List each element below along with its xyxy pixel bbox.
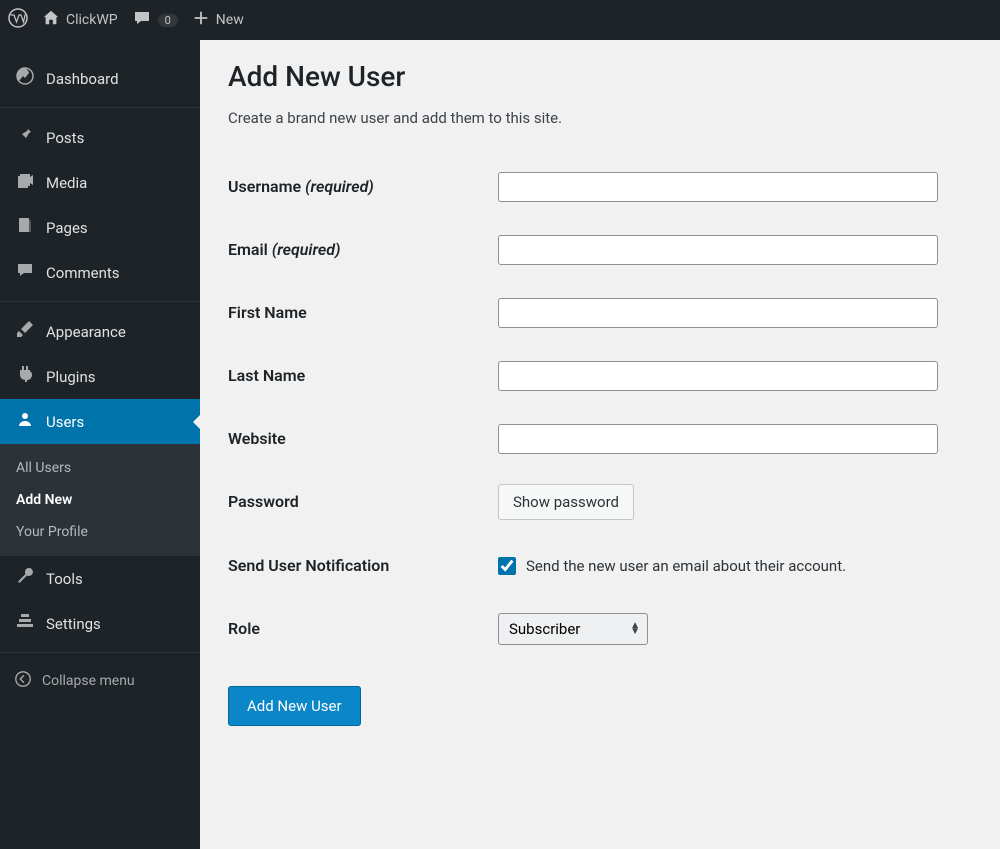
submenu-all-users[interactable]: All Users <box>0 452 200 484</box>
menu-separator <box>0 107 200 113</box>
plugin-icon <box>14 364 36 389</box>
sidebar-item-appearance[interactable]: Appearance <box>0 309 200 354</box>
sidebar-item-pages[interactable]: Pages <box>0 205 200 250</box>
sidebar-item-plugins[interactable]: Plugins <box>0 354 200 399</box>
username-input[interactable] <box>498 172 938 202</box>
first-name-label: First Name <box>228 281 498 344</box>
pin-icon <box>14 125 36 150</box>
sidebar-label: Plugins <box>46 368 95 386</box>
pages-icon <box>14 215 36 240</box>
sidebar-item-posts[interactable]: Posts <box>0 115 200 160</box>
settings-icon <box>14 611 36 636</box>
username-label: Username (required) <box>228 155 498 218</box>
submenu-your-profile[interactable]: Your Profile <box>0 516 200 548</box>
comments-count-badge: 0 <box>158 14 178 27</box>
site-name-label: ClickWP <box>66 12 118 28</box>
first-name-input[interactable] <box>498 298 938 328</box>
comment-icon <box>132 8 152 33</box>
user-form: Username (required) Email (required) Fir… <box>228 155 972 660</box>
media-icon <box>14 170 36 195</box>
sidebar-label: Tools <box>46 570 83 588</box>
toolbar-new[interactable]: New <box>192 9 244 32</box>
admin-toolbar: ClickWP 0 New <box>0 0 1000 40</box>
page-description: Create a brand new user and add them to … <box>228 109 972 127</box>
dashboard-icon <box>14 66 36 91</box>
page-title: Add New User <box>228 60 972 93</box>
main-content: Add New User Create a brand new user and… <box>200 40 1000 849</box>
website-label: Website <box>228 407 498 470</box>
home-icon <box>42 9 60 32</box>
sidebar-label: Pages <box>46 219 88 237</box>
notification-checkbox[interactable] <box>498 557 516 575</box>
sidebar-item-media[interactable]: Media <box>0 160 200 205</box>
sidebar-item-tools[interactable]: Tools <box>0 556 200 601</box>
brush-icon <box>14 319 36 344</box>
new-label: New <box>216 12 244 28</box>
wordpress-logo-icon <box>8 8 28 33</box>
sidebar-item-users[interactable]: Users <box>0 399 200 444</box>
sidebar-label: Media <box>46 174 87 192</box>
collapse-label: Collapse menu <box>42 673 135 689</box>
sidebar-label: Settings <box>46 615 101 633</box>
user-icon <box>14 409 36 434</box>
email-label: Email (required) <box>228 218 498 281</box>
sidebar-label: Dashboard <box>46 70 119 88</box>
password-label: Password <box>228 470 498 534</box>
add-new-user-button[interactable]: Add New User <box>228 686 361 726</box>
sidebar-label: Comments <box>46 264 120 282</box>
plus-icon <box>192 9 210 32</box>
last-name-label: Last Name <box>228 344 498 407</box>
wrench-icon <box>14 566 36 591</box>
menu-separator <box>0 652 200 658</box>
sidebar-label: Users <box>46 413 84 431</box>
sidebar-item-dashboard[interactable]: Dashboard <box>0 56 200 101</box>
sidebar-item-settings[interactable]: Settings <box>0 601 200 646</box>
notification-checkbox-label[interactable]: Send the new user an email about their a… <box>498 557 972 575</box>
role-select[interactable]: Subscriber <box>498 613 648 645</box>
collapse-menu[interactable]: Collapse menu <box>0 660 200 702</box>
show-password-button[interactable]: Show password <box>498 484 634 520</box>
users-submenu: All Users Add New Your Profile <box>0 444 200 556</box>
wordpress-logo-menu[interactable] <box>8 8 28 33</box>
toolbar-comments[interactable]: 0 <box>132 8 178 33</box>
admin-sidebar: Dashboard Posts Media Pages Comments App… <box>0 40 200 849</box>
sidebar-item-comments[interactable]: Comments <box>0 250 200 295</box>
notification-label: Send User Notification <box>228 534 498 597</box>
last-name-input[interactable] <box>498 361 938 391</box>
role-label: Role <box>228 597 498 660</box>
comments-icon <box>14 260 36 285</box>
sidebar-label: Appearance <box>46 323 126 341</box>
menu-separator <box>0 301 200 307</box>
website-input[interactable] <box>498 424 938 454</box>
submenu-add-new[interactable]: Add New <box>0 484 200 516</box>
sidebar-label: Posts <box>46 129 84 147</box>
email-input[interactable] <box>498 235 938 265</box>
notification-text: Send the new user an email about their a… <box>526 557 846 575</box>
collapse-icon <box>14 670 32 692</box>
toolbar-site-name[interactable]: ClickWP <box>42 9 118 32</box>
